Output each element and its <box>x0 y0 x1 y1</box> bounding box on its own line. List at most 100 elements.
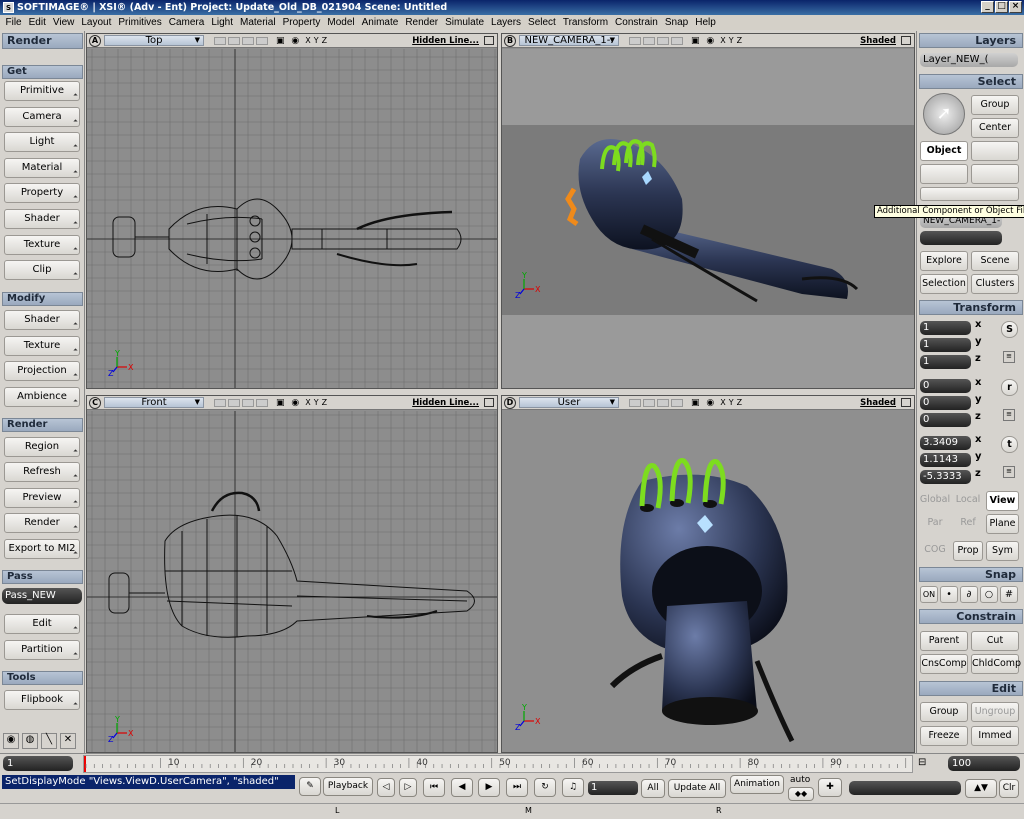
par-button[interactable]: Par <box>919 514 951 534</box>
constrain-header[interactable]: Constrain <box>919 609 1023 624</box>
left-button-camera[interactable]: Camera <box>4 107 80 127</box>
play-forward-icon[interactable]: ▶ <box>478 778 500 797</box>
axis-y-label[interactable]: y <box>975 336 982 347</box>
local-button[interactable]: Local <box>953 491 983 511</box>
left-button-export-to-mi2[interactable]: Export to MI2 <box>4 539 80 559</box>
filter-slot-button[interactable] <box>971 164 1019 184</box>
object-filter-button[interactable]: Object <box>920 141 968 161</box>
axis-z-label[interactable]: z <box>975 353 981 364</box>
last-frame-icon[interactable]: ⏭ <box>506 778 528 797</box>
memo-slot[interactable] <box>657 398 669 407</box>
memo-slot[interactable] <box>214 36 226 45</box>
cog-button[interactable]: COG <box>919 541 951 561</box>
close-button[interactable]: × <box>1009 1 1022 13</box>
layer-select[interactable]: Layer_NEW_( <box>920 53 1018 67</box>
viewport-d[interactable]: DUser▣ ◉XYZShadedXYZ <box>501 395 915 753</box>
memo-slot[interactable] <box>242 36 254 45</box>
viewport-display-mode[interactable]: Hidden Line... <box>412 36 479 46</box>
memo-slot[interactable] <box>643 398 655 407</box>
animation-button[interactable]: Animation <box>730 775 784 794</box>
memo-slot[interactable] <box>242 398 254 407</box>
update-all-button[interactable]: Update All <box>668 779 726 798</box>
chldcomp-button[interactable]: ChldComp <box>971 654 1021 674</box>
memo-slot[interactable] <box>671 398 683 407</box>
viewport-letter-label[interactable]: A <box>89 34 101 47</box>
axis-toggle-x[interactable]: X <box>305 36 313 45</box>
selection-button[interactable]: Selection <box>920 274 968 294</box>
translate-toggle-button[interactable]: t <box>1001 436 1018 453</box>
scale-y-field[interactable]: 1 <box>920 338 971 352</box>
group-edit-button[interactable]: Group <box>920 702 968 722</box>
left-button-projection[interactable]: Projection <box>4 361 80 381</box>
memo-slot[interactable] <box>228 36 240 45</box>
axis-z-label[interactable]: z <box>975 468 981 479</box>
viewport-axis-toggles[interactable]: XYZ <box>720 36 745 45</box>
clusters-button[interactable]: Clusters <box>971 274 1019 294</box>
left-button-ambience[interactable]: Ambience <box>4 387 80 407</box>
group-button[interactable]: Group <box>971 95 1019 115</box>
axis-toggle-x[interactable]: X <box>720 36 728 45</box>
axis-toggle-x[interactable]: X <box>720 398 728 407</box>
viewport-camera-select[interactable]: NEW_CAMERA_1-. <box>519 35 619 46</box>
current-frame-field[interactable]: 1 <box>588 781 638 795</box>
translate-z-field[interactable]: -5.3333 <box>920 470 971 484</box>
viewport-maximize-icon[interactable] <box>484 398 494 407</box>
clear-button[interactable]: Clr <box>999 779 1019 798</box>
memo-slot[interactable] <box>657 36 669 45</box>
axis-toggle-x[interactable]: X <box>305 398 313 407</box>
axis-toggle-z[interactable]: Z <box>737 36 745 45</box>
section-header-tools[interactable]: Tools <box>2 671 83 685</box>
viewport-canvas[interactable]: XY Z <box>87 49 497 388</box>
viewport-camera-select[interactable]: Front <box>104 397 204 408</box>
left-button-texture[interactable]: Texture <box>4 235 80 255</box>
translate-x-field[interactable]: 3.3409 <box>920 436 971 450</box>
left-button-material[interactable]: Material <box>4 158 80 178</box>
prop-button[interactable]: Prop <box>953 541 983 561</box>
translate-lock-icon[interactable]: ≡ <box>1003 466 1015 478</box>
prev-key-icon[interactable]: ◁ <box>377 778 395 797</box>
script-editor-icon[interactable]: ✎ <box>299 777 321 796</box>
menu-render[interactable]: Render <box>402 17 442 28</box>
axis-y-label[interactable]: y <box>975 451 982 462</box>
viewport-camera-select[interactable]: Top <box>104 35 204 46</box>
axis-toggle-y[interactable]: Y <box>314 36 322 45</box>
viewport-axis-toggles[interactable]: XYZ <box>305 36 330 45</box>
memo-slot[interactable] <box>643 36 655 45</box>
scale-toggle-button[interactable]: S <box>1001 321 1018 338</box>
memo-slot[interactable] <box>671 36 683 45</box>
selection-text-field[interactable] <box>920 231 1002 245</box>
command-output-field[interactable] <box>849 781 961 795</box>
viewport-camera-select[interactable]: User <box>519 397 619 408</box>
timeline-start-field[interactable]: 1 <box>3 756 73 771</box>
script-command-line[interactable]: SetDisplayMode "Views.ViewD.UserCamera",… <box>2 775 295 789</box>
menu-property[interactable]: Property <box>279 17 324 28</box>
layers-header[interactable]: Layers <box>919 33 1023 48</box>
menu-help[interactable]: Help <box>692 17 720 28</box>
section-header-render[interactable]: Render <box>2 418 83 432</box>
snap-header[interactable]: Snap <box>919 567 1023 582</box>
snap-on-button[interactable]: ON <box>920 586 938 603</box>
memo-slot[interactable] <box>256 398 268 407</box>
axis-y-label[interactable]: y <box>975 394 982 405</box>
viewport-a[interactable]: ATop ▣ ◉ XYZ Hidden Line... XYZ <box>86 33 498 389</box>
left-button-property[interactable]: Property <box>4 183 80 203</box>
explore-button[interactable]: Explore <box>920 251 968 271</box>
viewport-axis-toggles[interactable]: XYZ <box>305 398 330 407</box>
viewport-camera-icon[interactable]: ▣ ◉ <box>276 36 301 46</box>
view-button[interactable]: View <box>986 491 1019 511</box>
section-header-pass[interactable]: Pass <box>2 570 83 584</box>
left-button-partition[interactable]: Partition <box>4 640 80 660</box>
cnscomp-button[interactable]: CnsComp <box>920 654 968 674</box>
tab-render-icon[interactable]: ◉ <box>3 733 19 749</box>
axis-toggle-y[interactable]: Y <box>729 36 737 45</box>
tab-simulate-icon[interactable]: ✕ <box>60 733 76 749</box>
pass-select[interactable]: Pass_NEW <box>2 588 82 604</box>
viewport-canvas[interactable]: XY Z <box>502 411 914 752</box>
auto-key-arrows[interactable]: ◆◆ <box>788 787 814 801</box>
left-button-light[interactable]: Light <box>4 132 80 152</box>
all-button[interactable]: All <box>641 779 665 798</box>
center-button[interactable]: Center <box>971 118 1019 138</box>
menu-layout[interactable]: Layout <box>78 17 115 28</box>
menu-light[interactable]: Light <box>208 17 237 28</box>
viewport-maximize-icon[interactable] <box>901 398 911 407</box>
